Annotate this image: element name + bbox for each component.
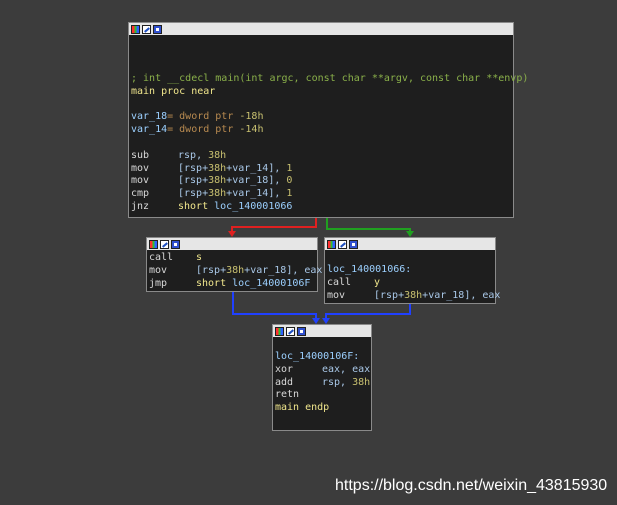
operand: +var_18], <box>226 175 287 187</box>
mnemonic: jnz <box>131 200 150 212</box>
instruction-mov[interactable]: mov [rsp+38h+var_18], eax <box>327 289 500 303</box>
proc-keyword: proc near <box>161 85 216 97</box>
function-signature-comment: ; int __cdecl main(int argc, const char … <box>131 73 529 84</box>
immediate: 38h <box>352 376 371 388</box>
var-type: = dword ptr <box>167 124 234 136</box>
operand: [rsp+ <box>178 188 209 200</box>
edge-true-branch <box>326 218 411 235</box>
call-target-link[interactable]: s <box>196 252 202 263</box>
block-label[interactable]: loc_140001066: <box>327 264 493 277</box>
mnemonic: add <box>275 376 294 388</box>
mnemonic: sub <box>131 149 150 161</box>
operand: +var_14], <box>226 188 287 200</box>
edge-left-to-bottom <box>232 292 317 322</box>
node-color-icon[interactable] <box>149 239 158 249</box>
var-offset: -14h <box>239 124 264 136</box>
edge-false-branch <box>231 218 317 235</box>
proc-line: main proc near <box>131 86 511 99</box>
var-decl-18[interactable]: var_18= dword ptr -18h <box>131 111 511 124</box>
mnemonic: mov <box>149 264 168 276</box>
displacement: 38h <box>404 289 423 301</box>
var-name: var_18 <box>131 111 168 123</box>
mnemonic: cmp <box>131 188 150 200</box>
jump-target-link[interactable]: loc_140001066 <box>214 201 292 212</box>
immediate: 1 <box>286 162 293 174</box>
group-nodes-icon[interactable] <box>349 239 358 249</box>
mnemonic: call <box>327 276 352 288</box>
group-nodes-icon[interactable] <box>297 326 306 336</box>
var-name: var_14 <box>131 124 168 136</box>
operand: rsp, <box>322 376 353 388</box>
code-block-loc-14000106F[interactable]: loc_14000106F: xor eax, eax add rsp, 38h r… <box>272 324 372 431</box>
operand: +var_18], eax <box>244 264 323 276</box>
mnemonic: xor <box>275 363 294 375</box>
rename-icon[interactable] <box>286 326 295 336</box>
var-decl-14[interactable]: var_14= dword ptr -14h <box>131 124 511 137</box>
rename-icon[interactable] <box>338 239 347 249</box>
jump-size: short <box>178 200 209 212</box>
block-label[interactable]: loc_14000106F: <box>275 351 369 364</box>
operand: [rsp+ <box>178 162 209 174</box>
immediate: 38h <box>208 149 227 161</box>
displacement: 38h <box>226 264 245 276</box>
instruction-jmp[interactable]: jmp short loc_14000106F <box>149 278 315 291</box>
mnemonic: mov <box>131 162 150 174</box>
var-type: = dword ptr <box>167 111 234 123</box>
edge-right-to-bottom <box>325 304 411 322</box>
operand: rsp <box>178 149 197 161</box>
proc-name[interactable]: main <box>131 86 155 97</box>
displacement: 38h <box>208 175 227 187</box>
endp-keyword: endp <box>305 402 330 414</box>
instruction-call-s[interactable]: call s <box>149 252 315 265</box>
immediate: 0 <box>286 175 293 187</box>
rename-icon[interactable] <box>160 239 169 249</box>
node-color-icon[interactable] <box>327 239 336 249</box>
code-block-main[interactable]: ; int __cdecl main(int argc, const char … <box>128 22 529 218</box>
group-nodes-icon[interactable] <box>153 24 162 34</box>
code-block-loc-140001066[interactable]: loc_140001066: call y mov [rsp+38h+var_18]… <box>324 237 500 304</box>
instruction-cmp[interactable]: cmp [rsp+38h+var_14], 1 <box>131 188 511 201</box>
displacement: 38h <box>208 162 227 174</box>
block-titlebar <box>325 238 495 250</box>
block-titlebar <box>273 325 371 337</box>
proc-name[interactable]: main <box>275 402 299 413</box>
watermark-url: https://blog.csdn.net/weixin_43815930 <box>335 477 608 494</box>
node-color-icon[interactable] <box>275 326 284 336</box>
operand: eax, eax <box>322 363 371 375</box>
block-titlebar <box>129 23 513 35</box>
instruction-sub[interactable]: sub rsp, 38h <box>131 150 511 163</box>
code-block-call-s[interactable]: call s mov [rsp+38h+var_18], eax jmp short … <box>146 237 322 292</box>
rename-icon[interactable] <box>142 24 151 34</box>
call-target-link[interactable]: y <box>374 277 380 288</box>
operand-sep: , <box>196 149 209 161</box>
endp-line: main endp <box>275 402 369 415</box>
operand: +var_18], eax <box>422 289 501 301</box>
group-nodes-icon[interactable] <box>171 239 180 249</box>
instruction-mov-var18[interactable]: mov [rsp+38h+var_18], 0 <box>131 175 511 188</box>
operand: [rsp+ <box>178 175 209 187</box>
operand: +var_14], <box>226 162 287 174</box>
instruction-mov-var14[interactable]: mov [rsp+38h+var_14], 1 <box>131 163 511 176</box>
instruction-retn[interactable]: retn <box>275 389 369 402</box>
jump-target-link[interactable]: loc_14000106F <box>232 278 310 289</box>
var-offset: -18h <box>239 111 264 123</box>
instruction-jnz[interactable]: jnz short loc_140001066 <box>131 201 511 214</box>
mnemonic: retn <box>275 389 300 401</box>
operand: [rsp+ <box>196 264 227 276</box>
block-titlebar <box>147 238 317 250</box>
instruction-xor[interactable]: xor eax, eax <box>275 363 371 377</box>
instruction-mov[interactable]: mov [rsp+38h+var_18], eax <box>149 264 322 278</box>
operand: [rsp+ <box>374 289 405 301</box>
immediate: 1 <box>286 188 293 200</box>
node-color-icon[interactable] <box>131 24 140 34</box>
jump-size: short <box>196 277 227 289</box>
instruction-add[interactable]: add rsp, 38h <box>275 376 371 390</box>
displacement: 38h <box>208 188 227 200</box>
instruction-call-y[interactable]: call y <box>327 277 493 290</box>
mnemonic: call <box>149 252 174 263</box>
mnemonic: jmp <box>149 277 168 289</box>
mnemonic: mov <box>327 289 346 301</box>
mnemonic: mov <box>131 175 150 187</box>
